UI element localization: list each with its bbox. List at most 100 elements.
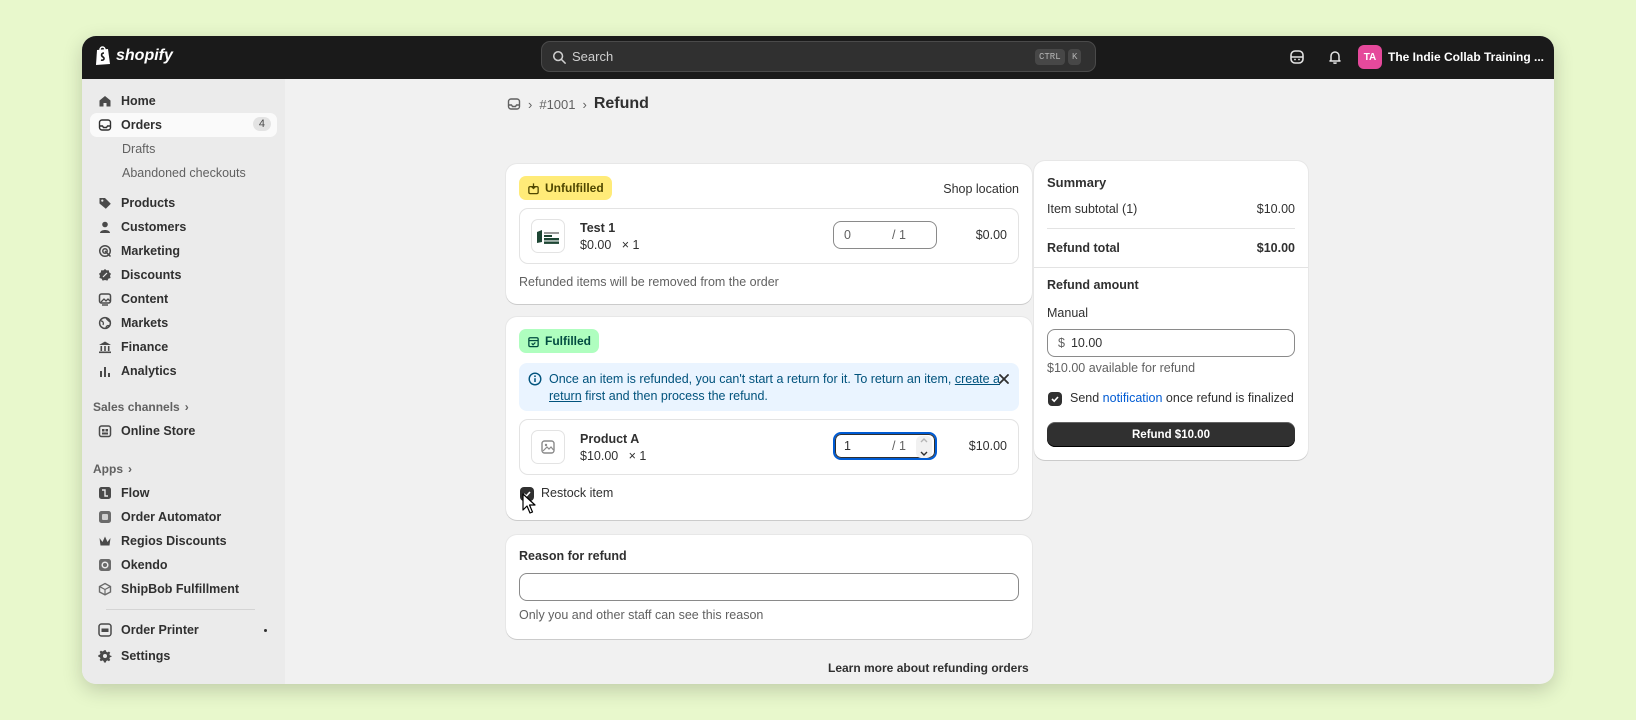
sidebar-item-order-automator[interactable]: Order Automator xyxy=(90,505,277,529)
breadcrumb-order-link[interactable]: #1001 xyxy=(539,97,575,112)
close-icon[interactable] xyxy=(997,372,1011,386)
sidebar-item-products[interactable]: Products xyxy=(90,191,277,215)
quantity-value: 1 xyxy=(844,439,851,453)
sidebar-item-settings[interactable]: Settings xyxy=(90,644,277,668)
orders-inbox-icon[interactable] xyxy=(507,97,521,111)
sidebar-item-label: Home xyxy=(121,94,156,108)
sidebar-item-label: Orders xyxy=(121,118,162,132)
image-placeholder-icon xyxy=(541,440,555,454)
sidebar-item-home[interactable]: Home xyxy=(90,89,277,113)
sidebar-item-drafts[interactable]: Drafts xyxy=(90,137,277,161)
refund-total-row: Refund total $10.00 xyxy=(1047,241,1295,255)
sidebar-item-shipbob[interactable]: ShipBob Fulfillment xyxy=(90,577,277,601)
shopify-bag-icon xyxy=(96,46,110,65)
subtotal-value: $10.00 xyxy=(1256,202,1295,216)
inbox-icon xyxy=(98,119,112,131)
sidekick-icon xyxy=(1290,50,1304,64)
chevron-down-icon[interactable] xyxy=(919,450,929,458)
sidebar-item-orders[interactable]: Orders 4 xyxy=(90,113,277,137)
sidebar-item-online-store[interactable]: Online Store xyxy=(90,419,277,443)
top-bar: shopify Search CTRL K TA The Indie Colla… xyxy=(82,36,1554,79)
sidebar-section-sales-channels[interactable]: Sales channels › xyxy=(90,395,277,419)
orders-count-badge: 4 xyxy=(252,117,271,131)
quantity-max: / 1 xyxy=(892,228,906,242)
line-item-price: $10.00 × 1 xyxy=(580,449,647,463)
shopify-logo[interactable]: shopify xyxy=(94,45,173,66)
unfulfilled-help-text: Refunded items will be removed from the … xyxy=(519,275,779,289)
refund-quantity-input[interactable]: 1 / 1 xyxy=(833,432,937,460)
unfulfilled-badge: Unfulfilled xyxy=(519,176,612,200)
order-automator-icon xyxy=(99,511,111,523)
chevron-up-icon[interactable] xyxy=(919,436,929,444)
line-item-row: Product A $10.00 × 1 1 / 1 $10.00 xyxy=(519,419,1019,475)
okendo-icon xyxy=(99,559,111,571)
sidebar-item-analytics[interactable]: Analytics xyxy=(90,359,277,383)
line-item-row: Test 1 $0.00 × 1 0 / 1 $0.00 xyxy=(519,208,1019,264)
sidebar-item-label: Products xyxy=(121,196,176,210)
unfulfilled-card: Unfulfilled Shop location Test 1 $0.00 ×… xyxy=(506,164,1032,304)
sidekick-button[interactable] xyxy=(1282,42,1312,72)
sidebar-divider xyxy=(106,609,255,610)
line-item-name[interactable]: Test 1 xyxy=(580,221,615,235)
sidebar-item-label: Settings xyxy=(121,649,171,663)
store-name: The Indie Collab Training ... xyxy=(1387,50,1544,64)
quantity-max: / 1 xyxy=(892,439,906,453)
sidebar-item-okendo[interactable]: Okendo xyxy=(90,553,277,577)
manual-label: Manual xyxy=(1047,306,1088,320)
store-menu[interactable]: TA The Indie Collab Training ... xyxy=(1357,45,1544,69)
divider xyxy=(1034,267,1308,268)
sidebar-item-order-printer[interactable]: Order Printer xyxy=(90,618,277,642)
search-placeholder: Search xyxy=(572,49,614,64)
sidebar-item-label: Flow xyxy=(121,486,150,500)
amount-value: 10.00 xyxy=(1070,336,1103,350)
page-title: Refund xyxy=(593,95,649,112)
sidebar-item-markets[interactable]: Markets xyxy=(90,311,277,335)
line-item-name[interactable]: Product A xyxy=(580,432,639,446)
search-bar[interactable]: Search CTRL K xyxy=(541,41,1096,72)
reason-input[interactable] xyxy=(519,573,1019,601)
fulfilled-card: Fulfilled Once an item is refunded, you … xyxy=(506,317,1032,520)
reason-help-text: Only you and other staff can see this re… xyxy=(519,608,764,622)
breadcrumb: › #1001 › Refund xyxy=(507,95,649,113)
refund-amount-input[interactable]: $ 10.00 xyxy=(1047,329,1295,357)
refund-button[interactable]: Refund $10.00 xyxy=(1047,422,1295,447)
restock-label[interactable]: Restock item xyxy=(541,486,613,500)
sidebar-item-finance[interactable]: Finance xyxy=(90,335,277,359)
mouse-cursor-icon xyxy=(522,493,536,514)
target-icon xyxy=(98,244,112,258)
learn-more-link[interactable]: Learn more about refunding orders xyxy=(828,661,1029,675)
breadcrumb-separator: › xyxy=(582,96,587,112)
sidebar-item-content[interactable]: Content xyxy=(90,287,277,311)
shortcut-key-ctrl: CTRL xyxy=(1035,49,1065,65)
notification-link[interactable]: notification xyxy=(1103,391,1163,405)
sidebar-item-marketing[interactable]: Marketing xyxy=(90,239,277,263)
main-content: › #1001 › Refund Unfulfilled Shop locati… xyxy=(285,79,1554,684)
quantity-stepper[interactable] xyxy=(916,436,932,458)
discount-icon xyxy=(99,269,111,281)
sidebar-item-regios-discounts[interactable]: Regios Discounts xyxy=(90,529,277,553)
sidebar-item-label: Okendo xyxy=(121,558,168,572)
reason-card: Reason for refund Only you and other sta… xyxy=(506,535,1032,639)
sidebar-item-discounts[interactable]: Discounts xyxy=(90,263,277,287)
bank-icon xyxy=(99,341,111,354)
app-window: shopify Search CTRL K TA The Indie Colla… xyxy=(82,36,1554,684)
sidebar-item-flow[interactable]: Flow xyxy=(90,481,277,505)
currency-symbol: $ xyxy=(1058,336,1065,350)
sidebar-section-apps[interactable]: Apps › xyxy=(90,457,277,481)
sidebar-item-customers[interactable]: Customers xyxy=(90,215,277,239)
return-info-banner: Once an item is refunded, you can't star… xyxy=(519,363,1019,411)
fulfilled-badge: Fulfilled xyxy=(519,329,599,353)
refund-quantity-input[interactable]: 0 / 1 xyxy=(833,221,937,249)
flow-icon xyxy=(99,487,111,499)
notifications-button[interactable] xyxy=(1320,42,1350,72)
shop-location-label: Shop location xyxy=(943,182,1019,196)
person-icon xyxy=(100,221,110,233)
banner-message: Once an item is refunded, you can't star… xyxy=(549,372,1000,403)
sidebar-item-label: ShipBob Fulfillment xyxy=(121,582,240,596)
send-notification-checkbox[interactable] xyxy=(1048,392,1062,406)
sidebar-item-abandoned-checkouts[interactable]: Abandoned checkouts xyxy=(90,161,277,185)
shortcut-key-k: K xyxy=(1068,49,1082,65)
tag-icon xyxy=(99,198,111,209)
sidebar-item-label: Order Automator xyxy=(121,510,222,524)
sidebar-item-label: Analytics xyxy=(121,364,177,378)
